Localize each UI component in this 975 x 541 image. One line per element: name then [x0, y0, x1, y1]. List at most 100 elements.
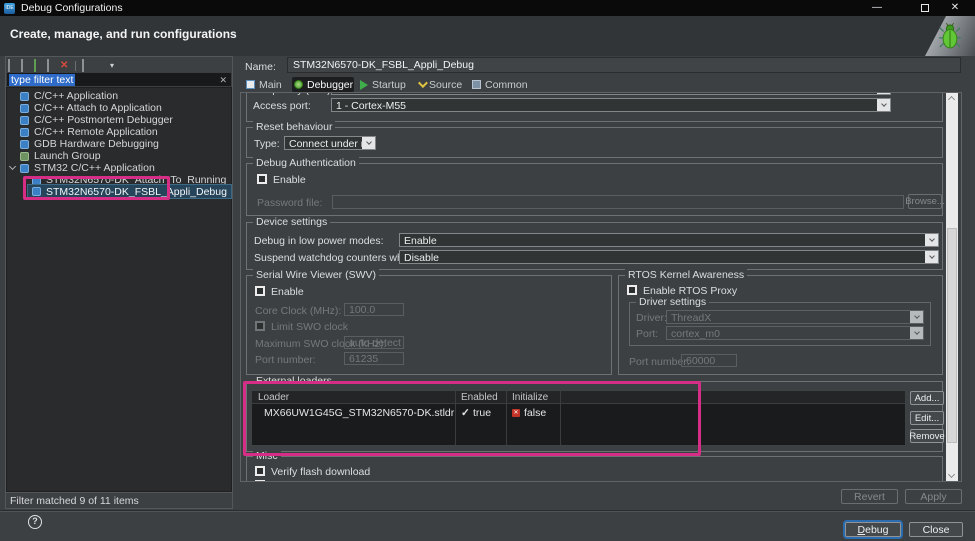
tree-item-label: C/C++ Remote Application: [34, 126, 158, 138]
maximize-icon[interactable]: [921, 4, 929, 12]
tab-label: Debugger: [307, 79, 353, 91]
c-application-icon: [20, 104, 29, 113]
password-file-input: [332, 195, 904, 209]
swv-enable-checkbox[interactable]: [255, 286, 265, 296]
debug-button[interactable]: Debug: [845, 522, 901, 537]
tab-main[interactable]: Main: [244, 77, 290, 92]
tree-item-label: STM32 C/C++ Application: [34, 162, 155, 174]
duplicate-launch-configuration-icon[interactable]: [47, 60, 58, 72]
debug-button-mnemonic: D: [858, 524, 866, 536]
chevron-down-icon[interactable]: [925, 234, 938, 246]
common-tab-icon: [472, 80, 481, 89]
tree-item-cpp-application[interactable]: C/C++ Application: [20, 90, 118, 102]
export-launch-configuration-icon[interactable]: [34, 60, 45, 72]
close-button[interactable]: Close: [909, 522, 963, 537]
cross-icon: ✕: [512, 409, 520, 417]
name-field[interactable]: STM32N6570-DK_FSBL_Appli_Debug: [287, 57, 961, 73]
rtos-port-dropdown: cortex_m0: [666, 326, 924, 340]
edit-button[interactable]: Edit...: [910, 411, 944, 425]
scroll-up-icon[interactable]: [948, 96, 955, 103]
loaders-table[interactable]: Loader Enabled Initialize MX66UW1G45G_ST…: [251, 390, 906, 446]
chevron-down-icon[interactable]: [877, 99, 890, 111]
low-power-dropdown[interactable]: Enable: [399, 233, 939, 247]
tab-debugger[interactable]: Debugger: [292, 77, 354, 92]
driver-dropdown: ThreadX: [666, 310, 924, 324]
tree-item-cpp-attach[interactable]: C/C++ Attach to Application: [20, 102, 162, 114]
reset-type-label: Type:: [254, 138, 280, 150]
chevron-down-icon[interactable]: [362, 137, 375, 149]
delete-launch-configuration-icon[interactable]: ✕: [60, 60, 71, 72]
tab-label: Source: [429, 79, 462, 91]
misc-group: Misc Verify flash download: [246, 456, 943, 482]
tab-label: Startup: [372, 79, 406, 91]
stm32-config-icon: [32, 187, 41, 196]
chevron-down-icon[interactable]: [925, 251, 938, 263]
apply-button: Apply: [905, 489, 962, 504]
toolbar-separator: [75, 61, 76, 71]
add-button[interactable]: Add...: [910, 391, 944, 405]
source-tab-icon: [418, 78, 428, 88]
tree-item-fsbl-appli-debug-selected[interactable]: STM32N6570-DK_FSBL_Appli_Debug: [27, 184, 232, 199]
gdb-icon: [20, 140, 29, 149]
misc-partial-checkbox[interactable]: [255, 480, 265, 482]
frequency-value: Auto: [336, 92, 358, 95]
new-launch-configuration-icon[interactable]: [8, 60, 19, 72]
tab-startup[interactable]: Startup: [358, 77, 412, 92]
c-application-icon: [20, 92, 29, 101]
scroll-down-icon[interactable]: [948, 471, 955, 478]
swv-title: Serial Wire Viewer (SWV): [253, 269, 379, 282]
initialize-value: false: [524, 406, 546, 420]
low-power-value: Enable: [404, 235, 437, 247]
scrollbar-thumb[interactable]: [947, 228, 957, 443]
collapse-all-icon[interactable]: [82, 60, 93, 72]
reset-type-dropdown[interactable]: Connect under reset: [284, 136, 376, 150]
reset-behaviour-title: Reset behaviour: [253, 121, 335, 134]
debug-auth-enable-checkbox[interactable]: [257, 174, 267, 184]
view-menu-icon[interactable]: ▾: [110, 60, 121, 72]
vertical-scrollbar[interactable]: [946, 93, 958, 481]
rtos-port-label: Port:: [636, 328, 658, 340]
verify-flash-checkbox[interactable]: [255, 466, 265, 476]
remove-button[interactable]: Remove: [910, 429, 944, 443]
chevron-down-icon[interactable]: [877, 92, 890, 94]
frequency-dropdown[interactable]: Auto: [331, 92, 891, 95]
tree-item-gdb-hardware[interactable]: GDB Hardware Debugging: [20, 138, 159, 150]
rtos-proxy-checkbox[interactable]: [627, 285, 637, 295]
dialog-subtitle: Create, manage, and run configurations: [10, 27, 237, 41]
column-separator: [560, 391, 561, 445]
titlebar: IDE Debug Configurations — ✕: [0, 0, 975, 16]
tree-item-label: C/C++ Application: [34, 90, 118, 102]
swv-port-label: Port number:: [255, 354, 316, 366]
tree-item-label: Launch Group: [34, 150, 101, 162]
check-icon: ✓: [461, 406, 470, 420]
external-loaders-title: External loaders: [253, 375, 335, 388]
browse-button: Browse...: [908, 194, 942, 209]
tree-item-label: C/C++ Postmortem Debugger: [34, 114, 173, 126]
tab-source[interactable]: Source: [416, 77, 468, 92]
verify-flash-label: Verify flash download: [271, 466, 370, 478]
new-prototype-icon[interactable]: [21, 60, 32, 72]
debug-configurations-dialog: IDE Debug Configurations — ✕ Create, man…: [0, 0, 975, 541]
tree-item-cpp-postmortem[interactable]: C/C++ Postmortem Debugger: [20, 114, 173, 126]
filter-launch-configurations-icon[interactable]: [96, 60, 107, 72]
filter-input[interactable]: type filter text ✕: [6, 72, 232, 87]
tree-item-cpp-remote[interactable]: C/C++ Remote Application: [20, 126, 158, 138]
tab-common[interactable]: Common: [470, 77, 526, 92]
clear-filter-icon[interactable]: ✕: [219, 74, 227, 86]
bottom-separator-highlight: [0, 511, 975, 512]
tree-item-stm32-application[interactable]: STM32 C/C++ Application: [20, 162, 155, 174]
tree-item-label: STM32N6570-DK_FSBL_Appli_Debug: [46, 186, 227, 198]
close-icon[interactable]: ✕: [944, 1, 966, 15]
bug-icon: [939, 22, 961, 50]
watchdog-value: Disable: [404, 252, 439, 264]
misc-title: Misc: [253, 450, 281, 463]
help-button[interactable]: ?: [28, 515, 42, 529]
tree-item-launch-group[interactable]: Launch Group: [20, 150, 101, 162]
watchdog-dropdown[interactable]: Disable: [399, 250, 939, 264]
tab-label: Common: [485, 79, 528, 91]
c-application-icon: [20, 116, 29, 125]
limit-swo-checkbox: [255, 321, 265, 331]
minimize-icon[interactable]: —: [866, 1, 888, 15]
access-port-dropdown[interactable]: 1 - Cortex-M55: [331, 98, 891, 112]
debugger-tab-content: Frequency (kHz): Auto Access port: 1 - C…: [240, 92, 962, 482]
